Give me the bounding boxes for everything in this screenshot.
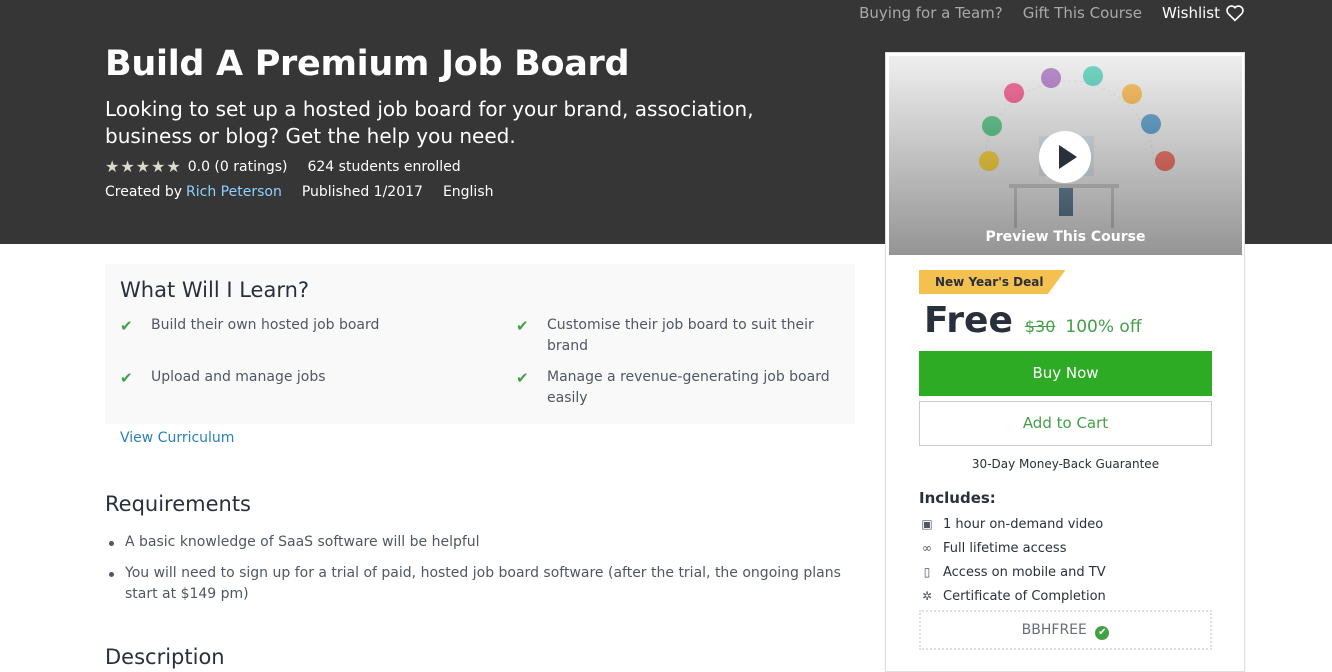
list-item: ✲ Certificate of Completion bbox=[919, 584, 1106, 608]
preview-label: Preview This Course bbox=[985, 229, 1146, 245]
published-date: Published 1/2017 bbox=[301, 184, 423, 200]
discount-percent: 100% off bbox=[1065, 317, 1142, 337]
learn-item: ✔ Upload and manage jobs bbox=[120, 369, 326, 387]
description-heading: Description bbox=[105, 645, 225, 669]
author-link[interactable]: Rich Peterson bbox=[186, 184, 282, 200]
includes-heading: Includes: bbox=[919, 489, 996, 507]
check-icon: ✔ bbox=[120, 369, 133, 387]
mobile-icon: ▯ bbox=[923, 565, 931, 579]
original-price: $30 bbox=[1024, 317, 1056, 336]
video-icon: ▣ bbox=[921, 517, 933, 531]
buy-now-button[interactable]: Buy Now bbox=[919, 351, 1212, 396]
add-to-cart-button[interactable]: Add to Cart bbox=[919, 401, 1212, 446]
what-will-i-learn: What Will I Learn? ✔ Build their own hos… bbox=[105, 264, 855, 424]
course-subtitle: Looking to set up a hosted job board for… bbox=[105, 97, 754, 148]
list-item: A basic knowledge of SaaS software will … bbox=[105, 532, 845, 553]
includes-list: ▣ 1 hour on-demand video ∞ Full lifetime… bbox=[919, 512, 1106, 608]
check-icon: ✔ bbox=[516, 317, 529, 335]
learn-heading: What Will I Learn? bbox=[120, 278, 310, 302]
check-circle-icon: ✔ bbox=[1095, 626, 1110, 640]
buying-for-team-link[interactable]: Buying for a Team? bbox=[859, 4, 1003, 22]
created-by-label: Created by bbox=[105, 184, 183, 200]
learn-item: ✔ Build their own hosted job board bbox=[120, 317, 380, 335]
play-icon[interactable] bbox=[1039, 131, 1091, 183]
view-curriculum-link[interactable]: View Curriculum bbox=[120, 430, 234, 446]
heart-icon bbox=[1226, 5, 1244, 22]
deal-badge: New Year's Deal bbox=[919, 270, 1066, 294]
enrolled-count: 624 students enrolled bbox=[307, 158, 461, 175]
top-links: Buying for a Team? Gift This Course Wish… bbox=[839, 4, 1245, 22]
check-icon: ✔ bbox=[516, 369, 529, 387]
course-title: Build A Premium Job Board bbox=[105, 44, 630, 84]
star-icon: ★ bbox=[105, 157, 120, 176]
list-item: ▣ 1 hour on-demand video bbox=[919, 512, 1106, 536]
rating-text: 0.0 (0 ratings) bbox=[187, 158, 288, 175]
list-item: ∞ Full lifetime access bbox=[919, 536, 1106, 560]
wishlist-label: Wishlist bbox=[1161, 4, 1220, 22]
star-rating: ★ ★ ★ ★ ★ bbox=[105, 157, 182, 176]
certificate-icon: ✲ bbox=[921, 589, 933, 603]
course-language: English bbox=[442, 184, 494, 200]
requirements-list: A basic knowledge of SaaS software will … bbox=[105, 532, 845, 615]
purchase-sidebar: Preview This Course New Year's Deal Free… bbox=[885, 52, 1245, 672]
list-item: ▯ Access on mobile and TV bbox=[919, 560, 1106, 584]
price-block: Free $30 100% off bbox=[924, 300, 1142, 341]
star-icon: ★ bbox=[135, 157, 151, 176]
star-icon: ★ bbox=[151, 157, 166, 176]
star-icon: ★ bbox=[120, 157, 135, 176]
list-item: You will need to sign up for a trial of … bbox=[105, 563, 845, 605]
learn-item: ✔ Customise their job board to suit thei… bbox=[516, 317, 814, 354]
current-price: Free bbox=[924, 300, 1013, 341]
meta-row: Created by Rich Peterson Published 1/201… bbox=[105, 184, 494, 200]
course-preview[interactable]: Preview This Course bbox=[889, 56, 1242, 255]
coupon-code: BBHFREE bbox=[1021, 622, 1087, 638]
gift-course-link[interactable]: Gift This Course bbox=[1023, 4, 1142, 22]
infinity-icon: ∞ bbox=[922, 541, 932, 555]
wishlist-link[interactable]: Wishlist bbox=[1162, 4, 1245, 22]
check-icon: ✔ bbox=[120, 317, 133, 335]
requirements-heading: Requirements bbox=[105, 492, 251, 516]
money-back-guarantee: 30-Day Money-Back Guarantee bbox=[971, 457, 1160, 471]
learn-item: ✔ Manage a revenue-generating job board … bbox=[516, 369, 830, 406]
applied-coupon: BBHFREE ✔ bbox=[919, 610, 1212, 650]
star-icon: ★ bbox=[166, 157, 181, 176]
rating-row: ★ ★ ★ ★ ★ 0.0 (0 ratings) 624 students enrol… bbox=[105, 157, 461, 176]
